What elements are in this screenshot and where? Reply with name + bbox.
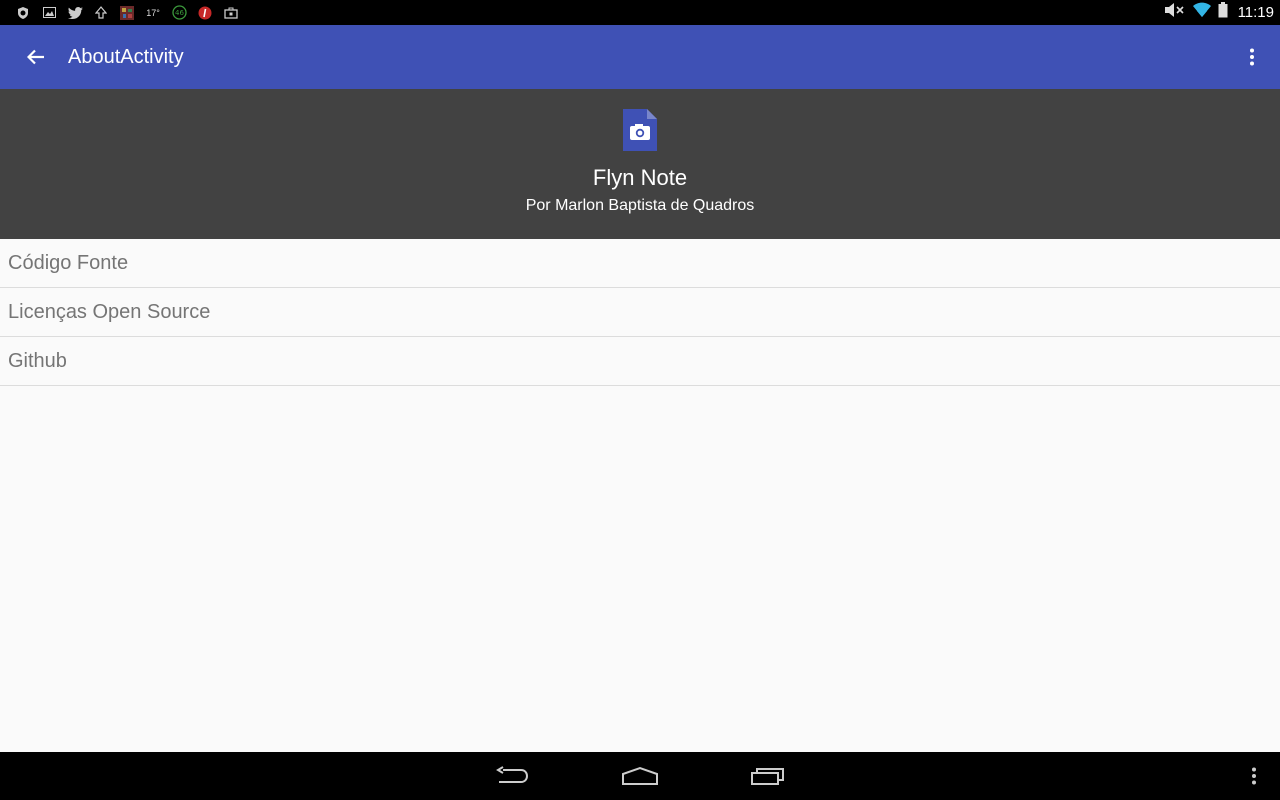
battery-icon <box>1218 2 1228 23</box>
nav-back-button[interactable] <box>476 752 548 800</box>
list-item-label: Licenças Open Source <box>8 300 211 323</box>
shield-icon <box>10 0 36 25</box>
overflow-menu-button[interactable] <box>1224 25 1280 89</box>
clock: 11:19 <box>1237 4 1274 21</box>
nav-menu-button[interactable] <box>1218 752 1280 800</box>
list-item-github[interactable]: Github <box>0 337 1280 386</box>
notification-icons: 17° 46 <box>0 0 244 25</box>
about-list: Código Fonte Licenças Open Source Github <box>0 239 1280 386</box>
about-header: Flyn Note Por Marlon Baptista de Quadros <box>0 89 1280 239</box>
flipboard-icon <box>192 0 218 25</box>
status-bar: 17° 46 11:19 <box>0 0 1280 25</box>
more-vert-icon <box>1252 767 1256 785</box>
nav-home-button[interactable] <box>604 752 676 800</box>
app-logo-icon <box>623 109 657 151</box>
nav-home-icon <box>622 766 658 785</box>
svg-text:46: 46 <box>175 9 184 17</box>
temperature-label: 17° <box>146 7 160 18</box>
nav-back-icon <box>496 766 529 783</box>
list-item-label: Código Fonte <box>8 251 129 274</box>
list-item-source-code[interactable]: Código Fonte <box>0 239 1280 288</box>
app-name: Flyn Note <box>592 165 688 190</box>
game-icon <box>114 0 140 25</box>
arrow-back-icon <box>27 49 44 65</box>
wifi-icon <box>1192 2 1212 23</box>
twitter-icon <box>62 0 88 25</box>
nav-recents-icon <box>751 768 784 785</box>
image-icon <box>36 0 62 25</box>
upload-icon <box>88 0 114 25</box>
briefcase-icon <box>218 0 244 25</box>
mute-icon <box>1164 2 1186 23</box>
more-vert-icon <box>1250 48 1254 66</box>
list-item-open-source-licenses[interactable]: Licenças Open Source <box>0 288 1280 337</box>
back-button[interactable] <box>0 25 72 89</box>
app-author: Por Marlon Baptista de Quadros <box>525 197 755 214</box>
navigation-bar <box>0 752 1280 800</box>
list-item-label: Github <box>8 349 67 372</box>
app-bar: AboutActivity <box>0 25 1280 89</box>
nav-recents-button[interactable] <box>732 752 804 800</box>
badge-46-icon: 46 <box>166 0 192 25</box>
page-title: AboutActivity <box>68 45 184 68</box>
